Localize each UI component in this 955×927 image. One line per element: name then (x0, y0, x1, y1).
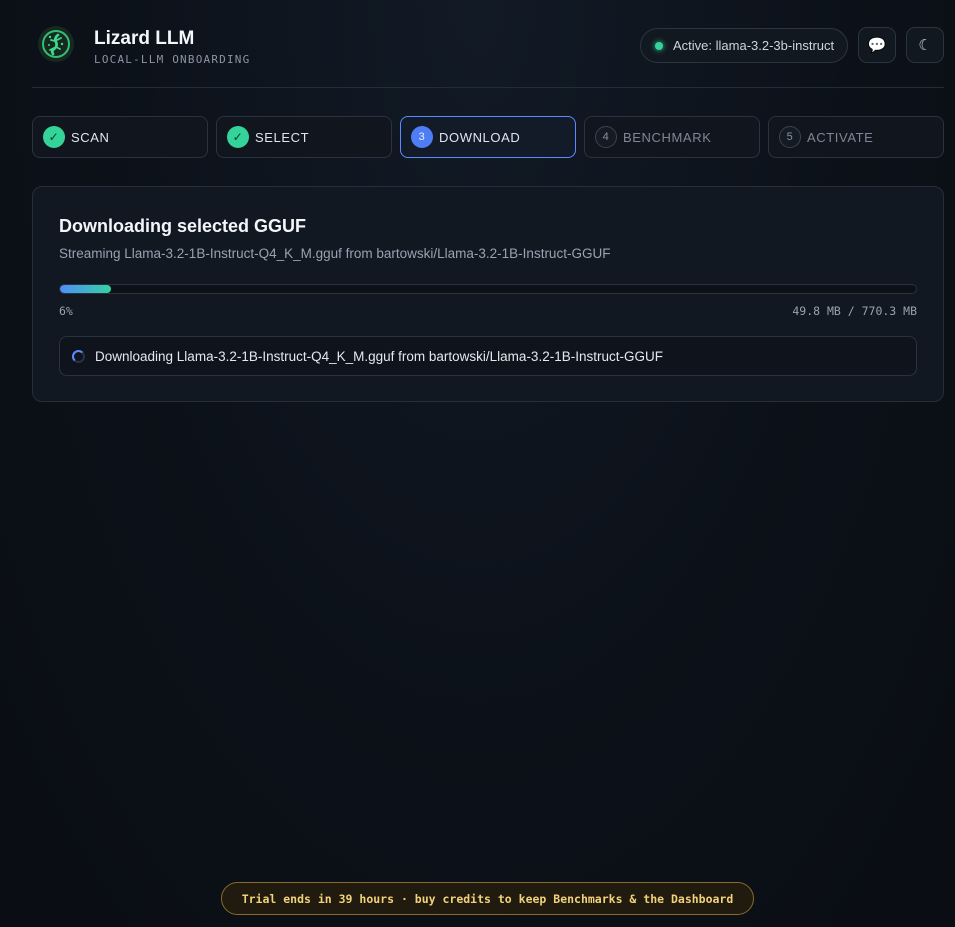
theme-toggle-button[interactable]: ☾ (906, 27, 944, 63)
download-progress-fill (60, 285, 112, 293)
progress-size: 49.8 MB / 770.3 MB (792, 304, 917, 318)
step-scan[interactable]: ✓ SCAN (32, 116, 208, 158)
download-title: Downloading selected GGUF (59, 216, 307, 236)
step-label: SCAN (71, 129, 110, 145)
step-number: 3 (411, 126, 433, 148)
step-label: DOWNLOAD (439, 129, 521, 145)
step-activate[interactable]: 5 ACTIVATE (768, 116, 944, 158)
moon-icon: ☾ (918, 37, 932, 54)
download-progress-bar (59, 284, 917, 294)
step-complete-check-icon: ✓ (227, 126, 249, 148)
step-number: 5 (779, 126, 801, 148)
app-title: Lizard LLM (94, 28, 195, 49)
download-status: Downloading Llama-3.2-1B-Instruct-Q4_K_M… (59, 336, 917, 376)
trial-banner-text: Trial ends in 39 hours · buy credits to … (241, 891, 734, 906)
step-label: ACTIVATE (807, 129, 874, 145)
chat-button[interactable]: 💬 (858, 27, 896, 63)
step-number: 4 (595, 126, 617, 148)
step-benchmark[interactable]: 4 BENCHMARK (584, 116, 760, 158)
chat-bubble-icon: 💬 (867, 37, 887, 54)
app-header: Lizard LLM LOCAL-LLM ONBOARDING Active: … (32, 0, 944, 88)
download-status-text: Downloading Llama-3.2-1B-Instruct-Q4_K_M… (95, 348, 663, 364)
download-card: Downloading selected GGUF Streaming Llam… (32, 186, 944, 402)
status-dot-icon (655, 41, 663, 50)
app-subtitle: LOCAL-LLM ONBOARDING (94, 53, 251, 66)
step-label: SELECT (255, 129, 310, 145)
progress-percent: 6% (59, 304, 73, 318)
trial-banner[interactable]: Trial ends in 39 hours · buy credits to … (221, 882, 754, 915)
step-select[interactable]: ✓ SELECT (216, 116, 392, 158)
step-complete-check-icon: ✓ (43, 126, 65, 148)
step-label: BENCHMARK (623, 129, 712, 145)
lizard-logo-icon (38, 26, 74, 62)
loading-spinner-icon (72, 349, 85, 363)
download-subtitle: Streaming Llama-3.2-1B-Instruct-Q4_K_M.g… (59, 246, 611, 261)
step-download[interactable]: 3 DOWNLOAD (400, 116, 576, 158)
active-model-pill[interactable]: Active: llama-3.2-3b-instruct (640, 28, 848, 63)
active-model-label: Active: llama-3.2-3b-instruct (673, 38, 835, 53)
onboarding-steps: ✓ SCAN ✓ SELECT 3 DOWNLOAD 4 BENCHMARK 5… (32, 116, 944, 158)
